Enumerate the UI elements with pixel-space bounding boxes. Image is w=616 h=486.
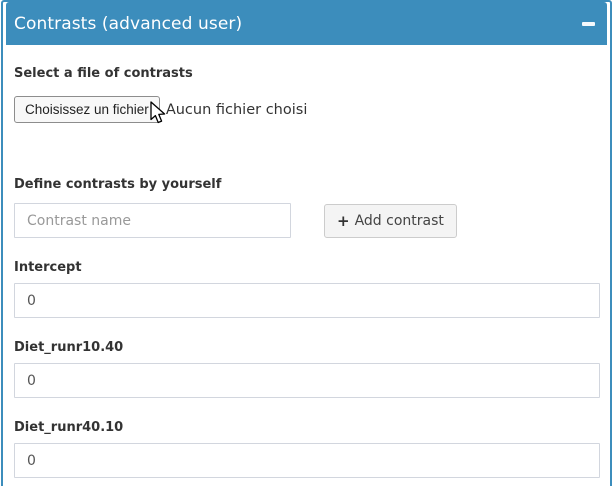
panel-header[interactable]: Contrasts (advanced user): [6, 2, 607, 45]
contrast-field-label: Diet_runr40.10: [14, 420, 600, 436]
contrast-value-input-diet-runr10-40[interactable]: [14, 363, 600, 398]
define-section-label: Define contrasts by yourself: [14, 177, 600, 193]
collapse-button[interactable]: [577, 13, 599, 35]
minus-icon: [582, 22, 595, 26]
file-upload-group: Select a file of contrasts Choisissez un…: [14, 66, 600, 123]
contrast-field-label: Diet_runr10.40: [14, 340, 600, 356]
define-contrasts-group: Define contrasts by yourself + Add contr…: [14, 177, 600, 238]
panel-title: Contrasts (advanced user): [14, 14, 242, 34]
choose-file-button[interactable]: Choisissez un fichier: [14, 96, 160, 123]
define-contrasts-row: + Add contrast: [14, 203, 600, 238]
contrast-field-label: Intercept: [14, 260, 600, 276]
file-input-row: Choisissez un fichier Aucun fichier choi…: [14, 96, 600, 123]
add-contrast-label: Add contrast: [355, 213, 444, 229]
file-status-text: Aucun fichier choisi: [166, 102, 308, 118]
contrast-field-diet-runr10-40: Diet_runr10.40: [14, 340, 600, 398]
page: Contrasts (advanced user) Select a file …: [0, 0, 616, 486]
plus-icon: +: [337, 212, 350, 230]
add-contrast-button[interactable]: + Add contrast: [324, 204, 457, 238]
contrast-name-input[interactable]: [14, 203, 291, 238]
file-section-label: Select a file of contrasts: [14, 66, 600, 82]
panel-body: Select a file of contrasts Choisissez un…: [6, 45, 607, 486]
contrast-value-input-diet-runr40-10[interactable]: [14, 443, 600, 478]
contrast-field-diet-runr40-10: Diet_runr40.10: [14, 420, 600, 478]
contrast-field-intercept: Intercept: [14, 260, 600, 318]
contrasts-panel: Contrasts (advanced user) Select a file …: [1, 0, 612, 486]
contrast-value-input-intercept[interactable]: [14, 283, 600, 318]
